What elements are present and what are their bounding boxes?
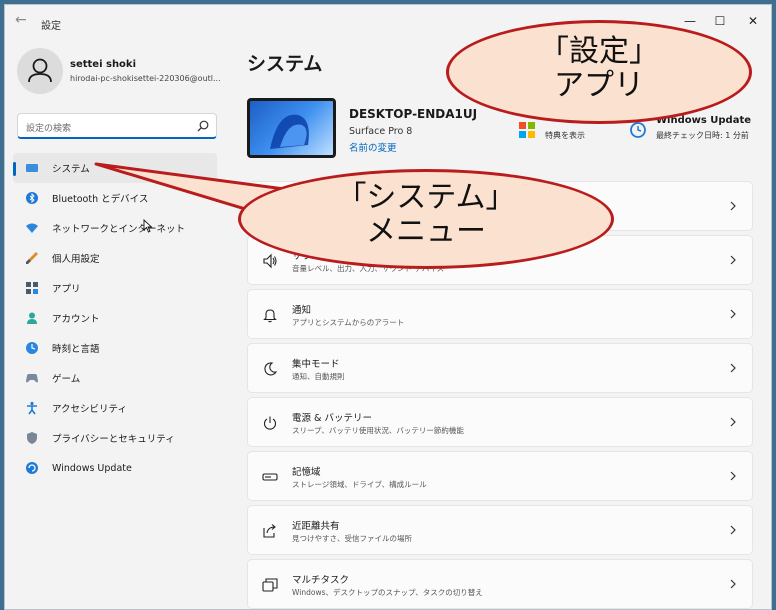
mouse-cursor-icon <box>143 219 153 233</box>
callout-line: 「システム」 <box>336 180 516 215</box>
callout-line: メニュー <box>366 213 486 249</box>
callout-line: アプリ <box>554 67 644 103</box>
callout-settings-app: 「設定」 アプリ <box>446 20 752 124</box>
callout-system-menu: 「システム」 メニュー <box>238 169 614 269</box>
callout-line: 「設定」 <box>539 34 659 69</box>
